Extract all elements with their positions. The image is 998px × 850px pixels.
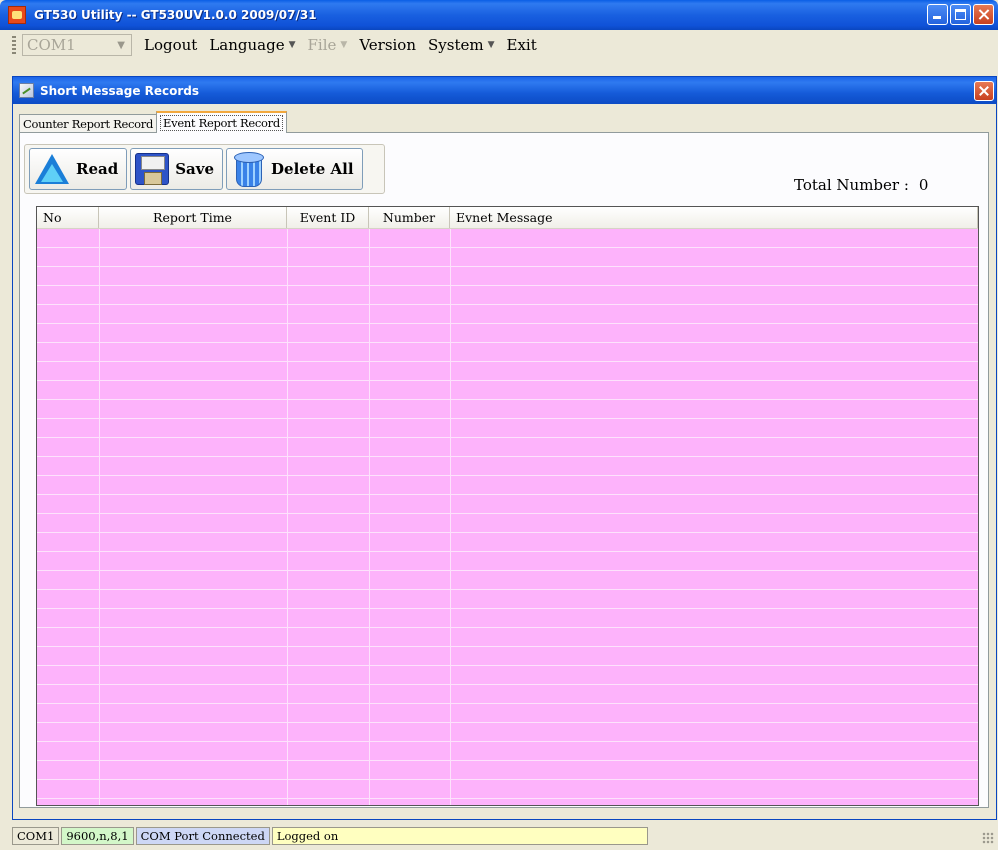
- column-header-event-message[interactable]: Evnet Message: [450, 207, 978, 228]
- tab-event-report-label: Event Report Record: [160, 115, 283, 131]
- tab-strip: Counter Report Record Event Report Recor…: [19, 111, 287, 133]
- size-grip-icon[interactable]: [982, 832, 994, 844]
- column-divider: [287, 229, 288, 805]
- chevron-down-icon: ▼: [117, 40, 125, 51]
- column-header-event-id[interactable]: Event ID: [287, 207, 369, 228]
- column-header-event-message-label: Evnet Message: [456, 210, 553, 225]
- document-icon: [19, 83, 34, 98]
- floppy-disk-icon: [135, 153, 170, 185]
- chevron-down-icon: ▼: [288, 40, 296, 50]
- column-header-no[interactable]: No: [37, 207, 99, 228]
- menu-language[interactable]: Language ▼: [209, 36, 295, 54]
- list-body: [37, 229, 978, 805]
- delete-all-button[interactable]: Delete All: [226, 148, 363, 190]
- main-title-bar[interactable]: GT530 Utility -- GT530UV1.0.0 2009/07/31: [0, 0, 998, 30]
- status-port-label: COM1: [17, 829, 55, 843]
- list-header: No Report Time Event ID Number Evnet Mes…: [37, 207, 978, 229]
- app-icon: [8, 6, 26, 24]
- toolbar-grip-icon[interactable]: [12, 36, 16, 54]
- status-settings: 9600,n,8,1: [61, 827, 134, 845]
- status-settings-label: 9600,n,8,1: [66, 829, 129, 843]
- chevron-down-icon: ▼: [340, 40, 348, 50]
- column-divider: [369, 229, 370, 805]
- child-title-bar[interactable]: Short Message Records: [13, 77, 996, 104]
- column-header-report-time-label: Report Time: [153, 210, 232, 225]
- menu-logout-label: Logout: [144, 36, 198, 54]
- total-number-label: Total Number :: [794, 176, 909, 194]
- action-toolbar: Read Save Delete All: [24, 144, 385, 194]
- total-number-value: 0: [918, 176, 929, 194]
- event-report-list[interactable]: No Report Time Event ID Number Evnet Mes…: [36, 206, 979, 806]
- status-port: COM1: [12, 827, 60, 845]
- menu-file-label: File: [307, 36, 337, 54]
- save-button-label: Save: [175, 160, 215, 178]
- save-button[interactable]: Save: [130, 148, 224, 190]
- column-header-number-label: Number: [382, 210, 436, 225]
- menu-exit[interactable]: Exit: [507, 36, 537, 54]
- column-header-number[interactable]: Number: [369, 207, 450, 228]
- menu-version-label: Version: [359, 36, 417, 54]
- trash-can-icon: [231, 152, 265, 187]
- maximize-icon[interactable]: [950, 4, 971, 25]
- column-header-event-id-label: Event ID: [299, 210, 356, 225]
- menu-logout[interactable]: Logout: [144, 36, 197, 54]
- menu-exit-label: Exit: [506, 36, 537, 54]
- triangle-up-icon: [34, 152, 70, 186]
- close-icon[interactable]: [973, 4, 994, 25]
- tab-event-report-record[interactable]: Event Report Record: [156, 111, 287, 133]
- status-connection-label: COM Port Connected: [140, 829, 265, 843]
- tab-counter-report-label: Counter Report Record: [23, 117, 154, 131]
- status-login: Logged on: [271, 827, 648, 845]
- column-header-no-label: No: [43, 210, 62, 225]
- status-bar: COM1 9600,n,8,1 COM Port Connected Logge…: [12, 826, 998, 846]
- close-icon[interactable]: [974, 81, 994, 101]
- tab-counter-report-record[interactable]: Counter Report Record: [19, 114, 158, 133]
- delete-all-button-label: Delete All: [271, 160, 354, 178]
- minimize-icon[interactable]: [927, 4, 948, 25]
- read-button-label: Read: [76, 160, 119, 178]
- menu-file[interactable]: File ▼: [308, 36, 348, 54]
- column-divider: [99, 229, 100, 805]
- menu-system[interactable]: System ▼: [428, 36, 495, 54]
- total-number: Total Number : 0: [794, 176, 928, 194]
- window-title: GT530 Utility -- GT530UV1.0.0 2009/07/31: [34, 8, 317, 22]
- com-port-value: COM1: [27, 36, 76, 54]
- child-window-title: Short Message Records: [40, 83, 200, 98]
- menu-system-label: System: [428, 36, 484, 54]
- status-connection: COM Port Connected: [135, 827, 270, 845]
- status-login-label: Logged on: [276, 829, 339, 843]
- menu-language-label: Language: [209, 36, 285, 54]
- column-divider: [450, 229, 451, 805]
- com-port-combo[interactable]: COM1 ▼: [22, 34, 132, 56]
- menu-version[interactable]: Version: [359, 36, 416, 54]
- menu-bar: COM1 ▼ Logout Language ▼ File ▼ Version …: [8, 32, 998, 58]
- read-button[interactable]: Read: [29, 148, 128, 190]
- column-header-report-time[interactable]: Report Time: [99, 207, 287, 228]
- chevron-down-icon: ▼: [487, 40, 495, 50]
- window-controls: [927, 4, 994, 25]
